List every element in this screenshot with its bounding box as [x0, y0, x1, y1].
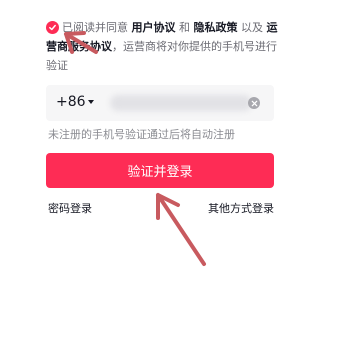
registration-hint: 未注册的手机号验证通过后将自动注册 [48, 128, 235, 141]
agreement-and2: 以及 [237, 21, 267, 34]
verify-login-button[interactable]: 验证并登录 [46, 153, 274, 188]
agreement-prefix: 已阅读并同意 [62, 21, 132, 34]
annotation-arrow-button [156, 193, 206, 266]
user-agreement-link[interactable]: 用户协议 [132, 21, 176, 34]
other-login-methods-link[interactable]: 其他方式登录 [208, 200, 274, 216]
phone-input-field[interactable]: +86 [46, 85, 274, 121]
phone-number-value-redacted[interactable] [110, 95, 252, 111]
caret-down-icon[interactable] [88, 100, 94, 104]
password-login-link[interactable]: 密码登录 [48, 200, 92, 216]
clear-icon[interactable] [248, 97, 260, 109]
country-code-selector[interactable]: +86 [56, 94, 86, 110]
agreement-and: 和 [175, 21, 194, 34]
agreement-text: 已阅读并同意 用户协议 和 隐私政策 以及 运营商服务协议，运营商将对你提供的手… [46, 18, 284, 75]
privacy-policy-link[interactable]: 隐私政策 [194, 21, 238, 34]
